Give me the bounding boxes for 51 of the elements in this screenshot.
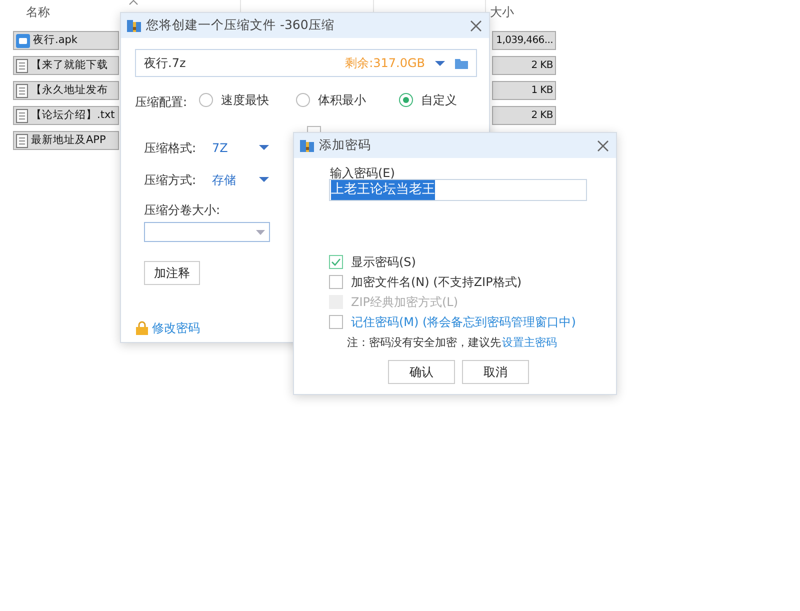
dropdown-value[interactable]: 7Z (212, 139, 228, 157)
text-file-icon (16, 108, 28, 122)
folder-icon[interactable] (455, 58, 468, 68)
file-name[interactable]: 夜行.apk (13, 31, 119, 50)
dropdown-icon[interactable] (259, 177, 269, 182)
title-bar: 您将创建一个压缩文件 -360压缩 (121, 13, 489, 38)
text-file-icon (16, 84, 28, 98)
close-icon[interactable] (596, 138, 610, 152)
field-label: 输入密码(E) (330, 165, 395, 182)
field-label: 压缩配置: (135, 94, 188, 111)
checkbox-option[interactable]: 显示密码(S) (329, 253, 416, 271)
field-label: 压缩格式: (144, 140, 196, 157)
change-password-link[interactable]: 修改密码 (136, 319, 200, 337)
dialog-button[interactable]: 取消 (462, 360, 529, 384)
dropdown-icon[interactable] (435, 60, 445, 66)
dialog-button[interactable]: 确认 (388, 360, 455, 384)
checkbox-option: ZIP经典加密方式(L) (329, 293, 458, 311)
set-master-password-link[interactable]: 设置主密码 (502, 335, 557, 352)
close-icon[interactable] (469, 18, 483, 32)
dropdown-value[interactable]: 存储 (212, 171, 236, 189)
lock-icon (136, 321, 148, 335)
dropdown-icon[interactable] (259, 145, 269, 150)
file-size: 2 KB (492, 56, 556, 75)
column-header[interactable]: 名称 (26, 3, 50, 23)
comment-button[interactable]: 加注释 (144, 261, 200, 285)
text-file-icon (16, 58, 28, 72)
file-size: 1 KB (492, 81, 556, 100)
file-name[interactable]: 最新地址及APP (13, 131, 119, 150)
file-size: 2 KB (492, 106, 556, 125)
radio-option[interactable]: 速度最快 (199, 91, 269, 109)
file-size: 1,039,466... (492, 31, 556, 50)
file-name[interactable]: 【永久地址发布 (13, 81, 119, 100)
output-path-field[interactable]: 夜行.7z 剩余:317.0GB (135, 49, 477, 77)
field-label: 压缩分卷大小: (144, 202, 220, 219)
archive-icon (300, 138, 314, 152)
radio-option[interactable]: 体积最小 (296, 91, 366, 109)
field-label: 压缩方式: (144, 172, 196, 189)
check-icon (331, 258, 341, 266)
title-bar: 添加密码 (294, 133, 616, 158)
apk-file-icon (16, 34, 30, 48)
password-field[interactable]: 上老王论坛当老王 (329, 179, 587, 201)
note-text: 注：密码没有安全加密，建议先 (347, 335, 501, 351)
archive-icon (127, 18, 141, 32)
column-header[interactable]: 大小 (490, 3, 514, 23)
text-file-icon (16, 134, 28, 148)
file-name[interactable]: 【论坛介绍】.txt (13, 106, 119, 125)
file-name[interactable]: 【来了就能下载 (13, 56, 119, 75)
radio-option[interactable]: 自定义 (399, 91, 457, 109)
sort-icon (129, 0, 138, 5)
checkbox-option[interactable]: 加密文件名(N) (不支持ZIP格式) (329, 273, 522, 291)
checkbox-option[interactable]: 记住密码(M) (将会备忘到密码管理窗口中) (329, 313, 576, 331)
